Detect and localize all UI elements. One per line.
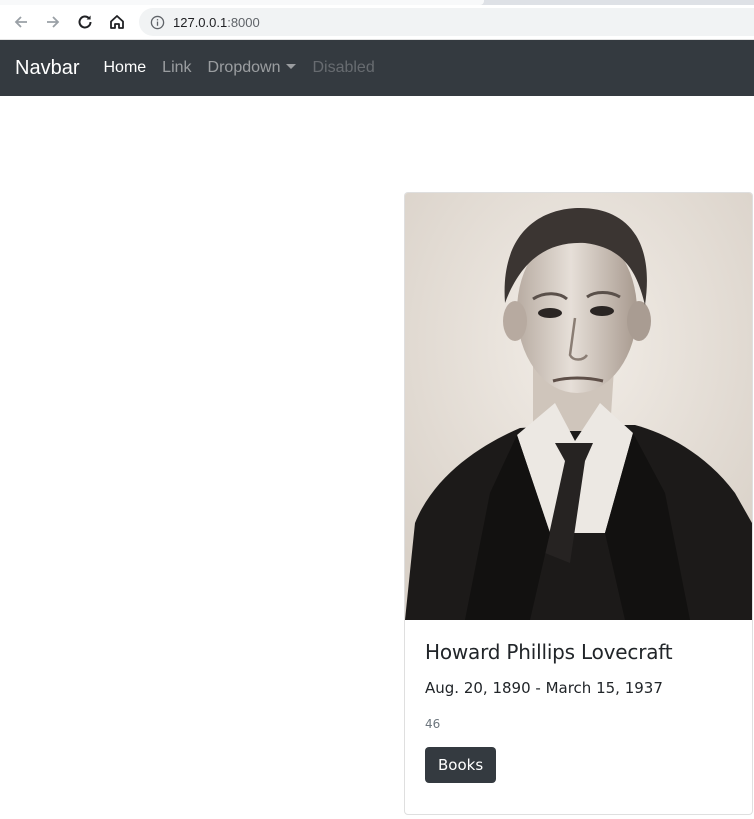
author-name: Howard Phillips Lovecraft xyxy=(425,640,673,664)
navbar: Navbar Home Link Dropdown Disabled xyxy=(0,40,754,96)
caret-down-icon xyxy=(286,64,297,69)
nav-dropdown-label: Dropdown xyxy=(207,59,281,76)
nav-link-disabled: Disabled xyxy=(312,59,375,76)
card-body: Howard Phillips Lovecraft Aug. 20, 1890 … xyxy=(425,640,735,783)
author-portrait xyxy=(405,193,752,620)
navbar-brand[interactable]: Navbar xyxy=(15,57,79,80)
back-button[interactable] xyxy=(7,8,35,36)
url-port: :8000 xyxy=(227,14,260,30)
home-button[interactable] xyxy=(103,8,131,36)
address-bar[interactable]: 127.0.0.1:8000 xyxy=(139,8,754,36)
author-card: Howard Phillips Lovecraft Aug. 20, 1890 … xyxy=(404,192,753,815)
nav-link-link[interactable]: Link xyxy=(154,59,199,77)
arrow-right-icon xyxy=(47,16,60,28)
book-count: 46 xyxy=(425,717,441,731)
info-icon[interactable] xyxy=(149,14,165,30)
home-icon xyxy=(110,15,124,29)
nav-dropdown[interactable]: Dropdown xyxy=(200,59,305,77)
author-dates: Aug. 20, 1890 - March 15, 1937 xyxy=(425,679,663,697)
browser-toolbar: 127.0.0.1:8000 xyxy=(0,5,754,40)
arrow-left-icon xyxy=(14,16,27,28)
url-text: 127.0.0.1:8000 xyxy=(173,15,260,30)
reload-button[interactable] xyxy=(71,8,99,36)
reload-icon xyxy=(78,15,92,29)
nav-links: Home Link Dropdown Disabled xyxy=(95,59,382,77)
nav-link-home[interactable]: Home xyxy=(95,59,154,77)
forward-button[interactable] xyxy=(39,8,67,36)
books-button[interactable]: Books xyxy=(425,747,497,783)
url-host: 127.0.0.1 xyxy=(173,14,228,30)
